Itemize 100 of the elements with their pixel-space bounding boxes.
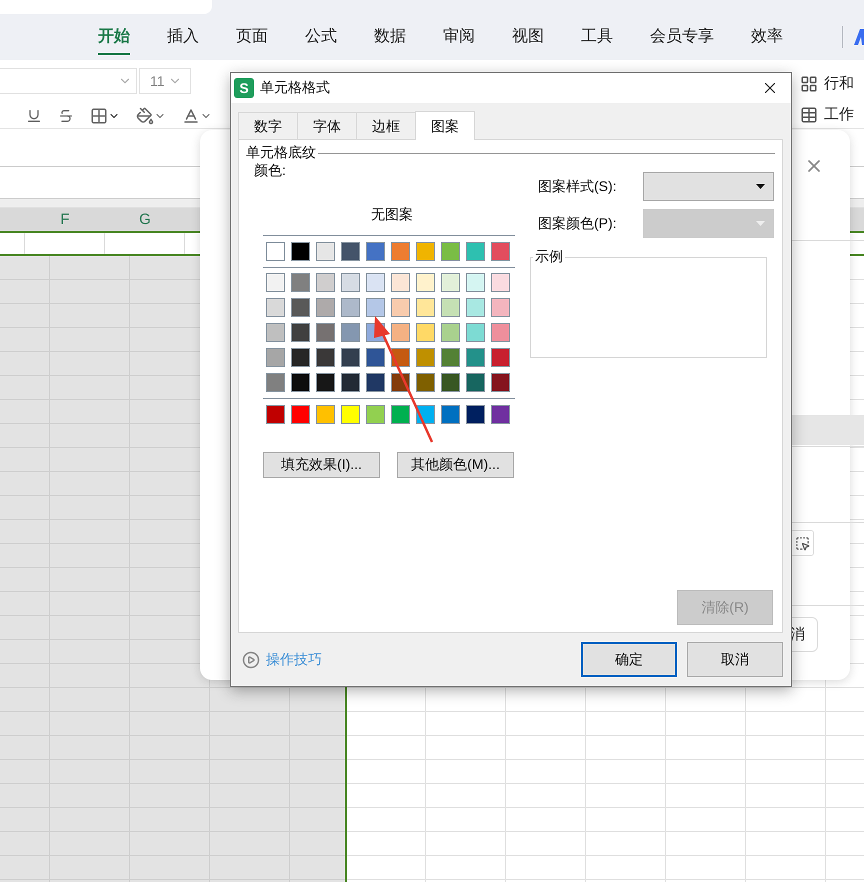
ribbon-tab[interactable]: 插入 (167, 20, 199, 54)
more-colors-button[interactable]: 其他颜色(M)... (397, 452, 514, 478)
select-range-icon[interactable] (790, 530, 814, 556)
color-swatch[interactable] (341, 298, 360, 317)
color-swatch[interactable] (341, 348, 360, 367)
color-swatch[interactable] (466, 273, 485, 292)
color-swatch[interactable] (316, 373, 335, 392)
color-swatch[interactable] (341, 323, 360, 342)
ok-button[interactable]: 确定 (581, 642, 677, 677)
color-label: 颜色: (254, 162, 286, 180)
color-swatch[interactable] (466, 373, 485, 392)
ribbon-tab[interactable]: 开始 (98, 20, 130, 54)
color-swatch[interactable] (266, 348, 285, 367)
grid-icon (800, 74, 818, 92)
color-swatch[interactable] (341, 373, 360, 392)
color-swatch[interactable] (291, 373, 310, 392)
color-swatch[interactable] (366, 348, 385, 367)
color-swatch[interactable] (266, 323, 285, 342)
color-swatch[interactable] (391, 405, 410, 424)
ribbon-tab[interactable]: 公式 (305, 20, 337, 54)
color-swatch[interactable] (441, 323, 460, 342)
color-swatch[interactable] (391, 273, 410, 292)
color-swatch[interactable] (366, 273, 385, 292)
color-swatch[interactable] (291, 405, 310, 424)
fill-effects-button[interactable]: 填充效果(I)... (263, 452, 380, 478)
ribbon-tab[interactable]: 工具 (581, 20, 613, 54)
color-swatch[interactable] (416, 273, 435, 292)
font-name-dropdown[interactable] (0, 68, 137, 94)
strikethrough-icon[interactable] (58, 108, 74, 124)
color-swatch[interactable] (316, 298, 335, 317)
color-swatch[interactable] (466, 242, 485, 261)
font-size-dropdown[interactable]: 11 (139, 68, 191, 94)
group-title: 单元格底纹 (246, 144, 316, 162)
color-swatch[interactable] (441, 273, 460, 292)
cancel-button[interactable]: 取消 (687, 642, 783, 677)
rows-columns-button[interactable]: 行和 (800, 74, 854, 93)
color-swatch[interactable] (441, 242, 460, 261)
color-swatch[interactable] (416, 323, 435, 342)
color-swatch[interactable] (266, 405, 285, 424)
color-swatch[interactable] (391, 242, 410, 261)
color-swatch[interactable] (316, 273, 335, 292)
color-swatch[interactable] (441, 348, 460, 367)
color-swatch[interactable] (291, 273, 310, 292)
ribbon-tab[interactable]: 会员专享 (650, 20, 714, 54)
borders-icon[interactable] (90, 107, 120, 125)
color-swatch[interactable] (491, 348, 510, 367)
ribbon-tab[interactable]: 页面 (236, 20, 268, 54)
ribbon-tab[interactable]: 数据 (374, 20, 406, 54)
color-swatch[interactable] (266, 273, 285, 292)
color-swatch[interactable] (416, 242, 435, 261)
color-swatch[interactable] (491, 405, 510, 424)
color-swatch[interactable] (491, 373, 510, 392)
color-swatch[interactable] (491, 242, 510, 261)
worksheet-button[interactable]: 工作 (800, 105, 854, 124)
color-swatch[interactable] (341, 242, 360, 261)
no-pattern-option[interactable]: 无图案 (371, 206, 413, 224)
color-swatch[interactable] (291, 242, 310, 261)
font-color-icon[interactable] (182, 107, 212, 125)
color-swatch[interactable] (266, 298, 285, 317)
color-swatch[interactable] (466, 348, 485, 367)
color-swatch[interactable] (266, 373, 285, 392)
color-swatch[interactable] (441, 373, 460, 392)
color-swatch[interactable] (291, 298, 310, 317)
color-swatch[interactable] (441, 405, 460, 424)
color-swatch[interactable] (316, 323, 335, 342)
color-swatch[interactable] (316, 348, 335, 367)
fill-color-icon[interactable] (136, 107, 166, 125)
color-swatch[interactable] (441, 298, 460, 317)
ribbon-tab[interactable]: 视图 (512, 20, 544, 54)
ribbon-tab[interactable]: 效率 (751, 20, 783, 54)
color-swatch[interactable] (366, 298, 385, 317)
color-swatch[interactable] (316, 242, 335, 261)
color-swatch[interactable] (341, 405, 360, 424)
color-swatch[interactable] (291, 348, 310, 367)
underline-icon[interactable] (26, 108, 42, 124)
color-swatch[interactable] (466, 298, 485, 317)
ribbon-tab[interactable]: 审阅 (443, 20, 475, 54)
color-swatch[interactable] (266, 242, 285, 261)
dialog-tab[interactable]: 图案 (415, 111, 475, 140)
color-swatch[interactable] (291, 323, 310, 342)
color-swatch[interactable] (491, 323, 510, 342)
color-swatch[interactable] (416, 298, 435, 317)
color-swatch[interactable] (316, 405, 335, 424)
column-header[interactable]: F (25, 208, 105, 231)
color-swatch[interactable] (366, 373, 385, 392)
pattern-style-dropdown[interactable] (643, 172, 774, 201)
logo-icon[interactable] (854, 29, 864, 45)
color-swatch[interactable] (466, 323, 485, 342)
color-swatch[interactable] (491, 298, 510, 317)
color-swatch[interactable] (416, 373, 435, 392)
column-header[interactable]: G (105, 208, 185, 231)
color-swatch[interactable] (391, 298, 410, 317)
color-swatch[interactable] (341, 273, 360, 292)
color-swatch[interactable] (366, 242, 385, 261)
color-swatch[interactable] (391, 323, 410, 342)
color-swatch[interactable] (491, 273, 510, 292)
dialog-tab[interactable]: 数字 (238, 112, 298, 139)
color-swatch[interactable] (366, 405, 385, 424)
color-swatch[interactable] (466, 405, 485, 424)
color-swatch[interactable] (416, 348, 435, 367)
